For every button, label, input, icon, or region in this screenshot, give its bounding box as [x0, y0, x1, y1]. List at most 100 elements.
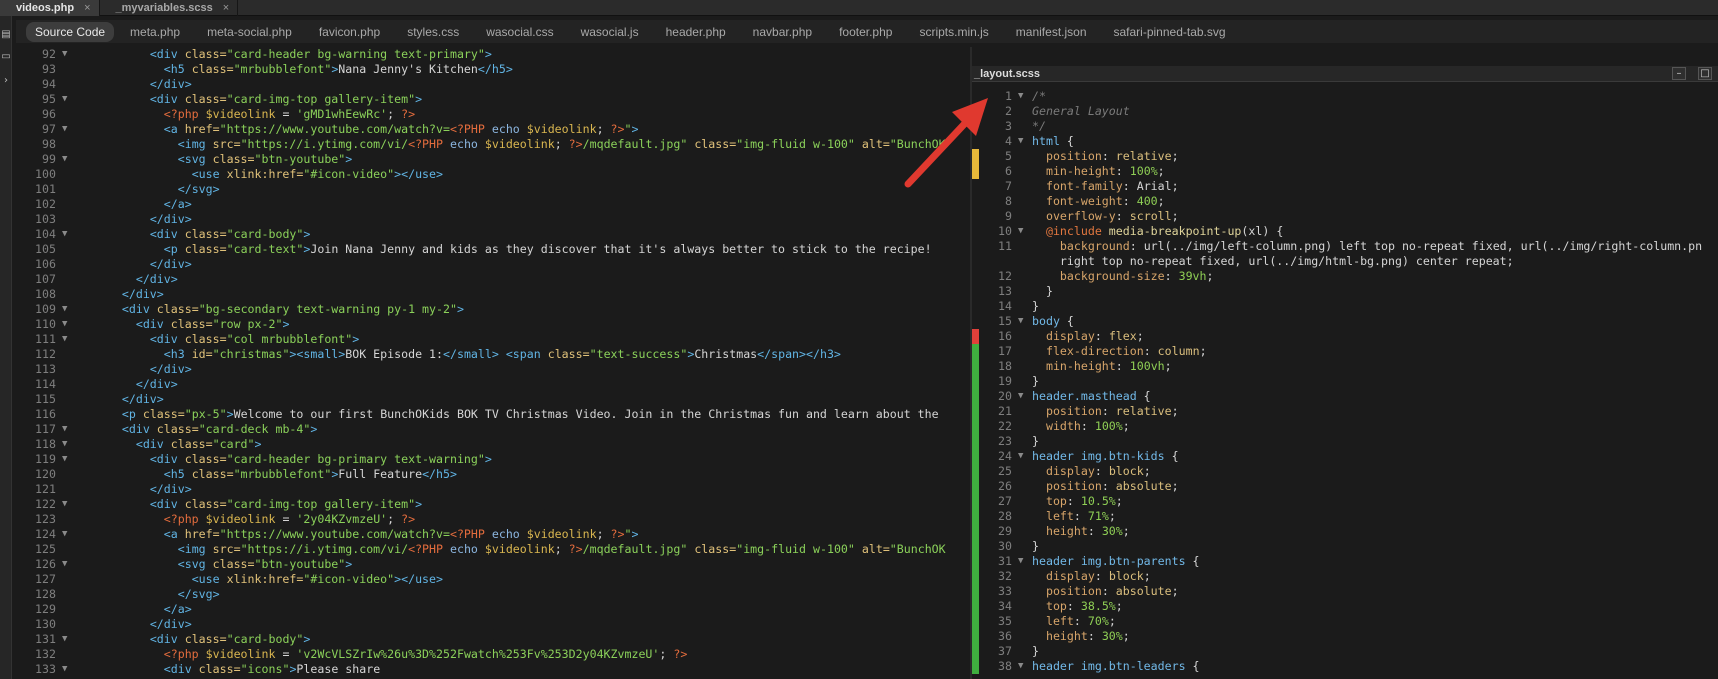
related-file-link[interactable]: footer.php [839, 25, 892, 39]
code-token: '2y04KZvmzeU' [296, 512, 388, 526]
code-text: @include media-breakpoint-up(xl) { [1032, 224, 1283, 239]
line-number: 37 [998, 644, 1012, 658]
related-file-link[interactable]: manifest.json [1016, 25, 1087, 39]
code-token: } [1032, 434, 1039, 448]
code-text: <div class="card-deck mb-4"> [80, 422, 317, 437]
code-token: <span [505, 347, 548, 361]
close-icon[interactable]: × [84, 2, 90, 14]
code-line: 35 left: 70%; [982, 614, 1718, 629]
line-number: 20 [998, 389, 1012, 403]
code-token: header.masthead [1032, 389, 1137, 403]
fold-toggle-icon[interactable]: ▼ [62, 47, 67, 62]
minimize-button[interactable]: – [1672, 67, 1686, 80]
fold-toggle-icon[interactable]: ▼ [1018, 89, 1023, 104]
fold-toggle-icon[interactable]: ▼ [1018, 389, 1023, 404]
code-text: </div> [80, 362, 192, 377]
fold-toggle-icon[interactable]: ▼ [1018, 314, 1023, 329]
line-number: 119 [35, 452, 56, 466]
line-number: 99 [42, 152, 56, 166]
code-text: <div class="card-body"> [80, 632, 311, 647]
code-text: /* [1032, 89, 1046, 104]
code-token: "card-body" [226, 227, 304, 241]
maximize-button[interactable]: □ [1698, 67, 1712, 80]
file-icon[interactable]: ▤ [1, 30, 11, 40]
code-token: @include [1045, 224, 1109, 238]
line-number: 26 [998, 479, 1012, 493]
code-token: display [1045, 329, 1095, 343]
related-file-link[interactable]: meta-social.php [207, 25, 292, 39]
code-token: $videolink [526, 527, 597, 541]
line-number: 29 [998, 524, 1012, 538]
line-number: 30 [998, 539, 1012, 553]
code-line: 121 </div> [14, 482, 970, 497]
code-token: position [1045, 479, 1102, 493]
fold-toggle-icon[interactable]: ▼ [1018, 659, 1023, 674]
source-code-button[interactable]: Source Code [26, 21, 115, 42]
related-file-link[interactable]: meta.php [130, 25, 180, 39]
code-editor-split[interactable]: 1 ▼/* 2 General Layout 3 */4 ▼ html {5 position… [982, 89, 1718, 679]
fold-toggle-icon[interactable]: ▼ [62, 557, 67, 572]
fold-toggle-icon[interactable]: ▼ [62, 527, 67, 542]
fold-toggle-icon[interactable]: ▼ [62, 662, 67, 677]
line-number: 118 [35, 437, 56, 451]
code-line: 107 </div> [14, 272, 970, 287]
code-token: "card-text" [226, 242, 304, 256]
code-token: $videolink [484, 542, 555, 556]
line-number: 128 [35, 587, 56, 601]
fold-toggle-icon[interactable]: ▼ [62, 152, 67, 167]
code-line: 113 </div> [14, 362, 970, 377]
close-icon[interactable]: × [223, 2, 229, 14]
related-file-link[interactable]: wasocial.css [486, 25, 553, 39]
fold-toggle-icon[interactable]: ▼ [62, 317, 67, 332]
line-number: 96 [42, 107, 56, 121]
line-number: 120 [35, 467, 56, 481]
line-number: 14 [998, 299, 1012, 313]
code-line: 4 ▼ html { [982, 134, 1718, 149]
fold-toggle-icon[interactable]: ▼ [1018, 134, 1023, 149]
file-icon[interactable]: ▭ [1, 52, 11, 62]
line-number: 22 [998, 419, 1012, 433]
fold-toggle-icon[interactable]: ▼ [62, 437, 67, 452]
line-number: 24 [998, 449, 1012, 463]
fold-toggle-icon[interactable]: ▼ [1018, 449, 1023, 464]
line-number: 11 [998, 239, 1012, 253]
code-token: class= [191, 467, 234, 481]
fold-toggle-icon[interactable]: ▼ [1018, 554, 1023, 569]
related-file-link[interactable]: scripts.min.js [919, 25, 988, 39]
code-token: ; [554, 137, 569, 151]
code-token: absolute [1115, 584, 1172, 598]
tab--myvariables-scss[interactable]: _myvariables.scss × [100, 0, 239, 16]
related-file-link[interactable]: favicon.php [319, 25, 380, 39]
code-editor-main[interactable]: 92 ▼ <div class="card-header bg-warning t… [14, 47, 970, 679]
code-token: min-height [1045, 164, 1116, 178]
related-file-link[interactable]: styles.css [407, 25, 459, 39]
code-text: <div class="icons">Please share [80, 662, 380, 677]
tab-videos-php[interactable]: videos.php × [0, 0, 100, 16]
fold-toggle-icon[interactable]: ▼ [62, 452, 67, 467]
related-file-link[interactable]: safari-pinned-tab.svg [1114, 25, 1226, 39]
code-token: : [1087, 524, 1102, 538]
fold-toggle-icon[interactable]: ▼ [62, 632, 67, 647]
code-token: ; [387, 512, 402, 526]
fold-toggle-icon[interactable]: ▼ [62, 122, 67, 137]
line-number: 113 [35, 362, 56, 376]
code-token: <div [149, 632, 185, 646]
related-file-link[interactable]: navbar.php [753, 25, 812, 39]
related-file-link[interactable]: header.php [666, 25, 726, 39]
code-token: } [1032, 374, 1039, 388]
fold-toggle-icon[interactable]: ▼ [62, 302, 67, 317]
code-line: 30} [982, 539, 1718, 554]
code-token: class= [191, 62, 234, 76]
code-text: } [1032, 539, 1039, 554]
fold-toggle-icon[interactable]: ▼ [62, 422, 67, 437]
expand-arrow-icon[interactable]: › [1, 76, 11, 86]
fold-toggle-icon[interactable]: ▼ [62, 497, 67, 512]
fold-toggle-icon[interactable]: ▼ [62, 227, 67, 242]
related-file-link[interactable]: wasocial.js [581, 25, 639, 39]
fold-toggle-icon[interactable]: ▼ [62, 92, 67, 107]
fold-toggle-icon[interactable]: ▼ [62, 332, 67, 347]
code-token: 71% [1087, 509, 1109, 523]
fold-toggle-icon[interactable]: ▼ [1018, 224, 1023, 239]
code-token: : [1094, 569, 1109, 583]
